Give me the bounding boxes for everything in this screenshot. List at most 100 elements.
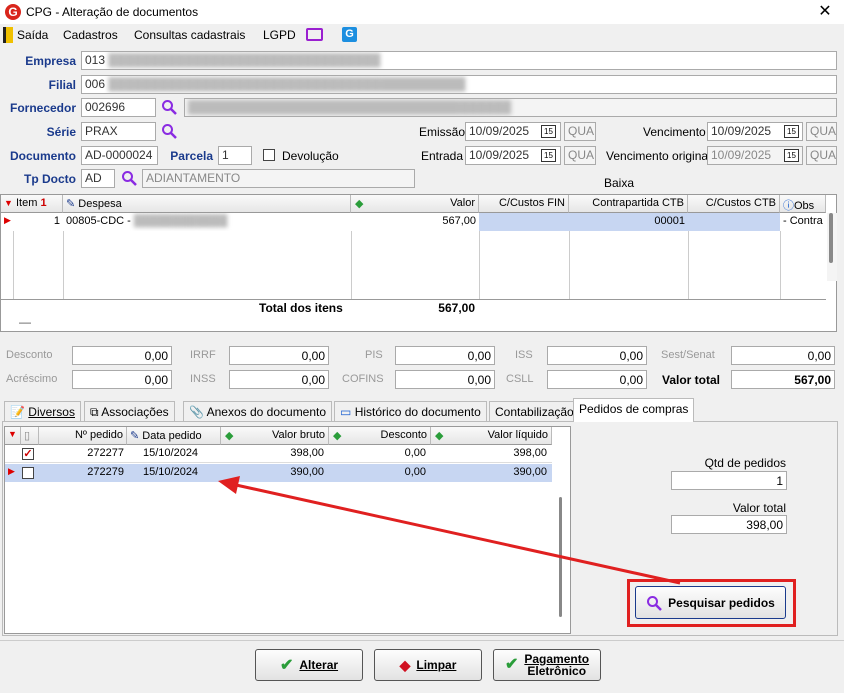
col-despesa-label: Despesa: [78, 198, 122, 210]
col-pedido[interactable]: Nº pedido: [39, 427, 127, 445]
tpdocto-search-icon[interactable]: [121, 170, 137, 186]
order-desconto: 0,00: [404, 466, 426, 478]
menu-cadastros[interactable]: Cadastros: [63, 28, 118, 42]
tab-anexos[interactable]: 📎 Anexos do documento: [183, 401, 333, 421]
filial-value: 006: [85, 77, 106, 91]
col-liquido-label: Valor líquido: [487, 429, 548, 441]
pis-input[interactable]: 0,00: [395, 346, 495, 365]
g-app-icon[interactable]: G: [342, 27, 357, 42]
orders-scrollbar[interactable]: [559, 497, 562, 617]
check-icon: ✔: [279, 657, 294, 674]
money-icon: ◆: [355, 198, 364, 210]
devolucao-checkbox[interactable]: [263, 149, 275, 161]
entrada-calendar-icon[interactable]: 15: [541, 149, 556, 162]
vencimento-day: QUA: [806, 122, 837, 141]
order-pedido: 272279: [87, 466, 124, 478]
grid-line: [569, 231, 570, 299]
fornecedor-search-icon[interactable]: [161, 99, 177, 115]
orders-grid: ▼ ▯ Nº pedido ✎ Data pedido ◆ Valor bruto…: [4, 426, 571, 634]
col-valor-bruto[interactable]: ◆ Valor bruto: [221, 427, 329, 445]
menu-lgpd[interactable]: LGPD: [263, 28, 296, 42]
tab-contabilizacao[interactable]: Contabilização: [489, 401, 580, 421]
col-valor-liquido[interactable]: ◆ Valor líquido: [431, 427, 552, 445]
emissao-calendar-icon[interactable]: 15: [541, 125, 556, 138]
col-contrapartida[interactable]: Contrapartida CTB: [569, 195, 688, 213]
limpar-label: Limpar: [416, 658, 457, 672]
entrada-label: Entrada: [421, 149, 464, 163]
filial-label: Filial: [48, 78, 76, 92]
vencimento-calendar-icon[interactable]: 15: [784, 125, 799, 138]
cofins-label: COFINS: [342, 373, 384, 385]
row-pointer-icon: ▶: [4, 215, 11, 225]
col-item-label: Item: [15, 197, 38, 209]
info-icon: ⓘ: [783, 200, 794, 212]
iss-input[interactable]: 0,00: [547, 346, 647, 365]
order-data: 15/10/2024: [143, 447, 199, 459]
vencimento-value: 10/09/2025: [711, 124, 772, 138]
parcela-input[interactable]: 1: [218, 146, 252, 165]
table-row[interactable]: ▶ 1 00805-CDC - ████████████ 567,00 0000…: [1, 213, 826, 231]
tab-historico[interactable]: ▭ Histórico do documento: [334, 401, 487, 421]
serie-input[interactable]: PRAX: [81, 122, 156, 141]
cofins-input[interactable]: 0,00: [395, 370, 495, 389]
grid-line: [351, 231, 352, 299]
order-checkbox-checked[interactable]: ✓: [22, 448, 34, 460]
close-icon[interactable]: ✕: [814, 2, 836, 22]
irrf-input[interactable]: 0,00: [229, 346, 329, 365]
tab-pedidos-compras[interactable]: Pedidos de compras: [573, 398, 695, 422]
csll-input[interactable]: 0,00: [547, 370, 647, 389]
col-item[interactable]: ▼ Item 1: [1, 195, 63, 213]
qtd-pedidos-label: Qtd de pedidos: [704, 456, 786, 470]
limpar-button[interactable]: ◆ Limpar: [374, 649, 482, 681]
tab-anexos-label: Anexos do documento: [206, 405, 327, 419]
tab-diversos-label: Diversos: [28, 405, 75, 419]
items-scrollbar[interactable]: [827, 213, 837, 281]
acrescimo-input[interactable]: 0,00: [72, 370, 172, 389]
pesquisar-pedidos-label: Pesquisar pedidos: [668, 595, 775, 610]
tab-diversos[interactable]: 📝 Diversos: [4, 401, 81, 421]
order-checkbox[interactable]: [22, 467, 34, 479]
col-despesa[interactable]: ✎ Despesa: [63, 195, 351, 213]
alterar-button[interactable]: ✔ Alterar: [255, 649, 363, 681]
pis-label: PIS: [365, 349, 383, 361]
tpdocto-input[interactable]: AD: [81, 169, 115, 188]
table-row[interactable]: ✓ 272277 15/10/2024 398,00 0,00 398,00: [5, 445, 552, 463]
fornecedor-input[interactable]: 002696: [81, 98, 156, 117]
monitor-icon[interactable]: [306, 28, 323, 41]
filial-field[interactable]: 006 ████████████████████████████████████…: [81, 75, 837, 94]
scroll-icon: ▭: [340, 405, 352, 419]
grid-line: [780, 231, 781, 299]
valor-total-pedidos-label: Valor total: [732, 501, 786, 515]
tab-associacoes[interactable]: ⧉ Associações: [84, 401, 175, 421]
table-row[interactable]: ▶ 272279 15/10/2024 390,00 0,00 390,00: [5, 464, 552, 482]
title-bar: G CPG - Alteração de documentos ✕: [0, 0, 844, 24]
col-data-pedido[interactable]: ✎ Data pedido: [127, 427, 221, 445]
serie-search-icon[interactable]: [161, 123, 177, 139]
col-valor[interactable]: ◆ Valor: [351, 195, 479, 213]
desconto-input[interactable]: 0,00: [72, 346, 172, 365]
collapse-icon[interactable]: —: [19, 315, 31, 329]
inss-input[interactable]: 0,00: [229, 370, 329, 389]
order-data: 15/10/2024: [143, 466, 199, 478]
emissao-day: QUA: [564, 122, 596, 141]
items-total-row: Total dos itens 567,00: [1, 299, 826, 315]
order-liquido: 398,00: [513, 447, 547, 459]
pagamento-eletronico-button[interactable]: ✔ Pagamento Eletrônico: [493, 649, 601, 681]
col-desconto[interactable]: ◆ Desconto: [329, 427, 431, 445]
order-bruto: 390,00: [290, 466, 324, 478]
col-ccfin[interactable]: C/Custos FIN: [479, 195, 569, 213]
documento-input[interactable]: AD-0000024: [81, 146, 158, 165]
pesquisar-pedidos-button[interactable]: Pesquisar pedidos: [635, 586, 786, 619]
total-label: Total dos itens: [259, 301, 343, 315]
eraser-icon: ◆: [399, 656, 411, 673]
menu-consultas[interactable]: Consultas cadastrais: [134, 28, 245, 42]
grid-line: [63, 231, 64, 299]
menu-saida[interactable]: Saída: [17, 28, 48, 42]
empresa-field[interactable]: 013 ████████████████████████████████: [81, 51, 837, 70]
acrescimo-label: Acréscimo: [6, 373, 58, 385]
sest-input[interactable]: 0,00: [731, 346, 835, 365]
sest-label: Sest/Senat: [661, 349, 715, 361]
exit-icon: [3, 27, 13, 43]
col-ccctb[interactable]: C/Custos CTB: [688, 195, 780, 213]
col-obs[interactable]: ⓘObs: [780, 195, 826, 213]
